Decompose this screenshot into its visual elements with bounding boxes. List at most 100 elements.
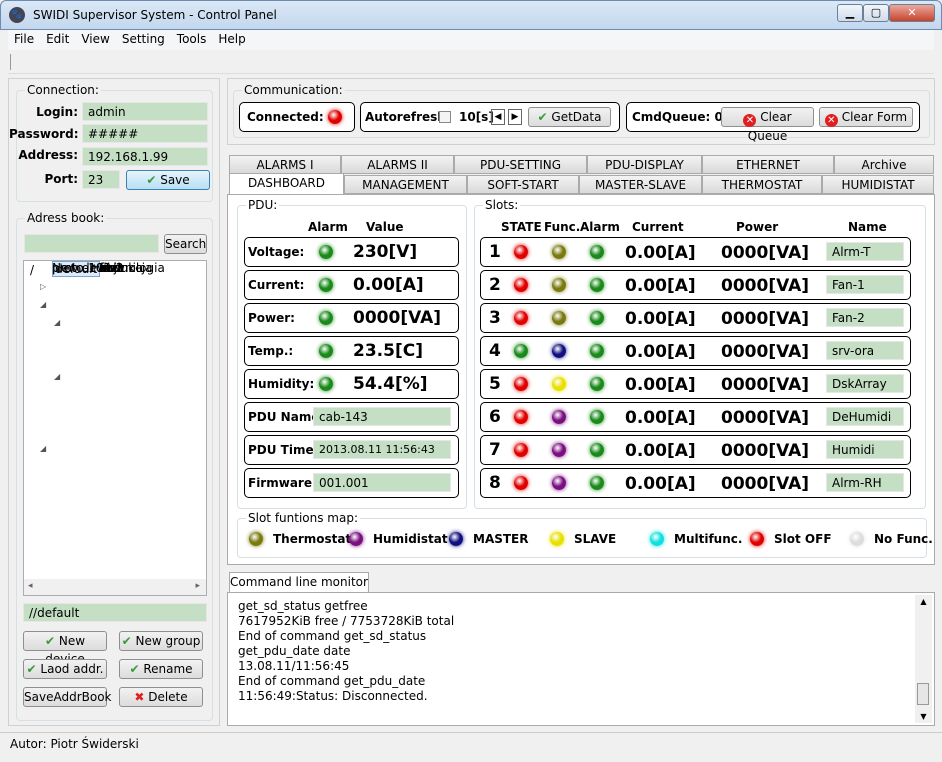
clear-queue-button[interactable]: ✕ Clear Queue <box>721 107 814 143</box>
tab-management[interactable]: MANAGEMENT <box>344 175 467 194</box>
map-label: Thermostat <box>273 532 352 546</box>
menu-help[interactable]: Help <box>212 30 251 46</box>
pdu-row-label: Temp.: <box>248 344 294 358</box>
slot-name-field[interactable]: DeHumidi <box>826 407 904 426</box>
slot-name-field[interactable]: Fan-2 <box>826 308 904 327</box>
pdu-row: Temp.: 23.5[C] <box>244 336 459 366</box>
password-field[interactable]: ##### <box>82 124 208 143</box>
slot-name-field[interactable]: Alrm-RH <box>826 473 904 492</box>
tree-item[interactable]: / <box>30 263 34 277</box>
interval-increase-button[interactable]: ▶ <box>508 109 522 125</box>
tab-pdu-display[interactable]: PDU-DISPLAY <box>587 155 702 174</box>
pdu-row-value: 230[V] <box>353 242 418 262</box>
slot-name-field[interactable]: Fan-1 <box>826 275 904 294</box>
slot-row: 6 0.00[A] 0000[VA] DeHumidi <box>480 402 911 432</box>
scrollbar-thumb[interactable] <box>917 683 929 705</box>
delete-button[interactable]: ✖ Delete <box>119 687 203 707</box>
new-device-button[interactable]: ✔ New device <box>23 631 107 666</box>
search-button[interactable]: Search <box>164 234 207 254</box>
slot-row: 3 0.00[A] 0000[VA] Fan-2 <box>480 303 911 333</box>
interval-decrease-button[interactable]: ◀ <box>491 109 505 125</box>
slot-alarm-led <box>590 344 604 358</box>
tab-thermostat[interactable]: THERMOSTAT <box>702 175 822 194</box>
save-label: Save <box>160 173 190 187</box>
pdu-row-value: 0.00[A] <box>353 275 424 295</box>
pdu-value-header: Value <box>366 220 404 234</box>
login-field[interactable]: admin <box>82 102 208 121</box>
path-field[interactable]: //default <box>23 603 207 622</box>
tree-expander-icon[interactable]: ◢ <box>54 372 60 381</box>
minimize-button[interactable]: ▁ <box>837 4 863 22</box>
menu-setting[interactable]: Setting <box>116 30 171 46</box>
slot-state-led <box>514 377 528 391</box>
new-group-button[interactable]: ✔ New group <box>119 631 203 651</box>
tree-horizontal-scrollbar[interactable]: ◂ ▸ <box>24 579 206 595</box>
address-search-input[interactable] <box>24 234 159 253</box>
close-button[interactable]: ✕ <box>889 4 935 22</box>
slot-current: 0.00[A] <box>625 474 696 494</box>
rename-button[interactable]: ✔ Rename <box>119 659 203 679</box>
slot-current: 0.00[A] <box>625 276 696 296</box>
menu-tools[interactable]: Tools <box>171 30 213 46</box>
tab-soft-start[interactable]: SOFT-START <box>467 175 579 194</box>
map-label: Humidistat <box>373 532 448 546</box>
address-field[interactable]: 192.168.1.99 <box>82 147 208 166</box>
slot-name-field[interactable]: Alrm-T <box>826 242 904 261</box>
slot-name-field[interactable]: Humidi <box>826 440 904 459</box>
x-icon: ✖ <box>134 690 145 704</box>
pdu-title: PDU: <box>246 198 280 212</box>
menu-file[interactable]: File <box>8 30 40 46</box>
tab-archive[interactable]: Archive <box>834 155 934 174</box>
slot-row: 2 0.00[A] 0000[VA] Fan-1 <box>480 270 911 300</box>
save-address-book-button[interactable]: SaveAddrBook <box>23 687 112 707</box>
menu-edit[interactable]: Edit <box>40 30 75 46</box>
maximize-button[interactable]: ▢ <box>863 4 889 22</box>
connected-box: Connected: <box>239 102 355 132</box>
slot-function-led <box>552 377 566 391</box>
autorefresh-checkbox[interactable] <box>439 111 451 123</box>
tree-item[interactable]: proto-102 <box>52 261 111 275</box>
slot-number: 6 <box>489 407 501 427</box>
firmware-field[interactable]: 001.001 <box>313 473 451 492</box>
connection-status-led <box>328 110 342 124</box>
port-field[interactable]: 23 <box>82 170 120 189</box>
address-tree[interactable]: /▷Drogosław◢Przygórze◢HalaProdukcjaTechn… <box>23 260 207 596</box>
slot-header: Name <box>848 220 887 234</box>
slot-name-field[interactable]: DskArray <box>826 374 904 393</box>
status-bar: Autor: Piotr Świderski <box>0 732 942 762</box>
tab-dashboard[interactable]: DASHBOARD <box>229 173 344 194</box>
slot-current: 0.00[A] <box>625 408 696 428</box>
tree-expander-icon[interactable]: ◢ <box>54 318 60 327</box>
toolbar-grip[interactable] <box>10 54 11 70</box>
pdu-row-label: Power: <box>248 311 295 325</box>
tab-alarms-i[interactable]: ALARMS I <box>229 155 341 174</box>
tab-pdu-setting[interactable]: PDU-SETTING <box>454 155 587 174</box>
save-button[interactable]: ✔ Save <box>126 170 210 190</box>
tab-ethernet[interactable]: ETHERNET <box>702 155 834 174</box>
slot-function-led <box>552 476 566 490</box>
slot-state-led <box>514 311 528 325</box>
pdu-alarm-header: Alarm <box>308 220 348 234</box>
pdu-name-field[interactable]: cab-143 <box>313 407 451 426</box>
tree-expander-icon[interactable]: ◢ <box>40 444 46 453</box>
tab-humidistat[interactable]: HUMIDISTAT <box>822 175 934 194</box>
firmware-box: Firmware: 001.001 <box>244 468 459 498</box>
slot-name-field[interactable]: srv-ora <box>826 341 904 360</box>
check-icon: ✔ <box>537 110 548 124</box>
load-address-button[interactable]: ✔ Laod addr. <box>23 659 107 679</box>
tree-expander-icon[interactable]: ◢ <box>40 300 46 309</box>
tab-command-line-monitor[interactable]: Command line monitor <box>229 572 369 593</box>
clear-form-button[interactable]: ✕ Clear Form <box>819 107 913 127</box>
monitor-scrollbar[interactable]: ▲ ▼ <box>915 595 932 723</box>
function-nofunc-led <box>850 532 864 546</box>
slot-current: 0.00[A] <box>625 375 696 395</box>
password-label: Password: <box>9 127 79 141</box>
tree-expander-icon[interactable]: ▷ <box>40 282 46 291</box>
slot-power: 0000[VA] <box>721 375 810 395</box>
pdu-time-field[interactable]: 2013.08.11 11:56:43 <box>313 440 451 459</box>
getdata-button[interactable]: ✔ GetData <box>528 107 611 127</box>
tab-alarms-ii[interactable]: ALARMS II <box>341 155 454 174</box>
tab-master-slave[interactable]: MASTER-SLAVE <box>579 175 702 194</box>
log-line: End of command get_pdu_date <box>238 674 426 688</box>
menu-view[interactable]: View <box>75 30 115 46</box>
